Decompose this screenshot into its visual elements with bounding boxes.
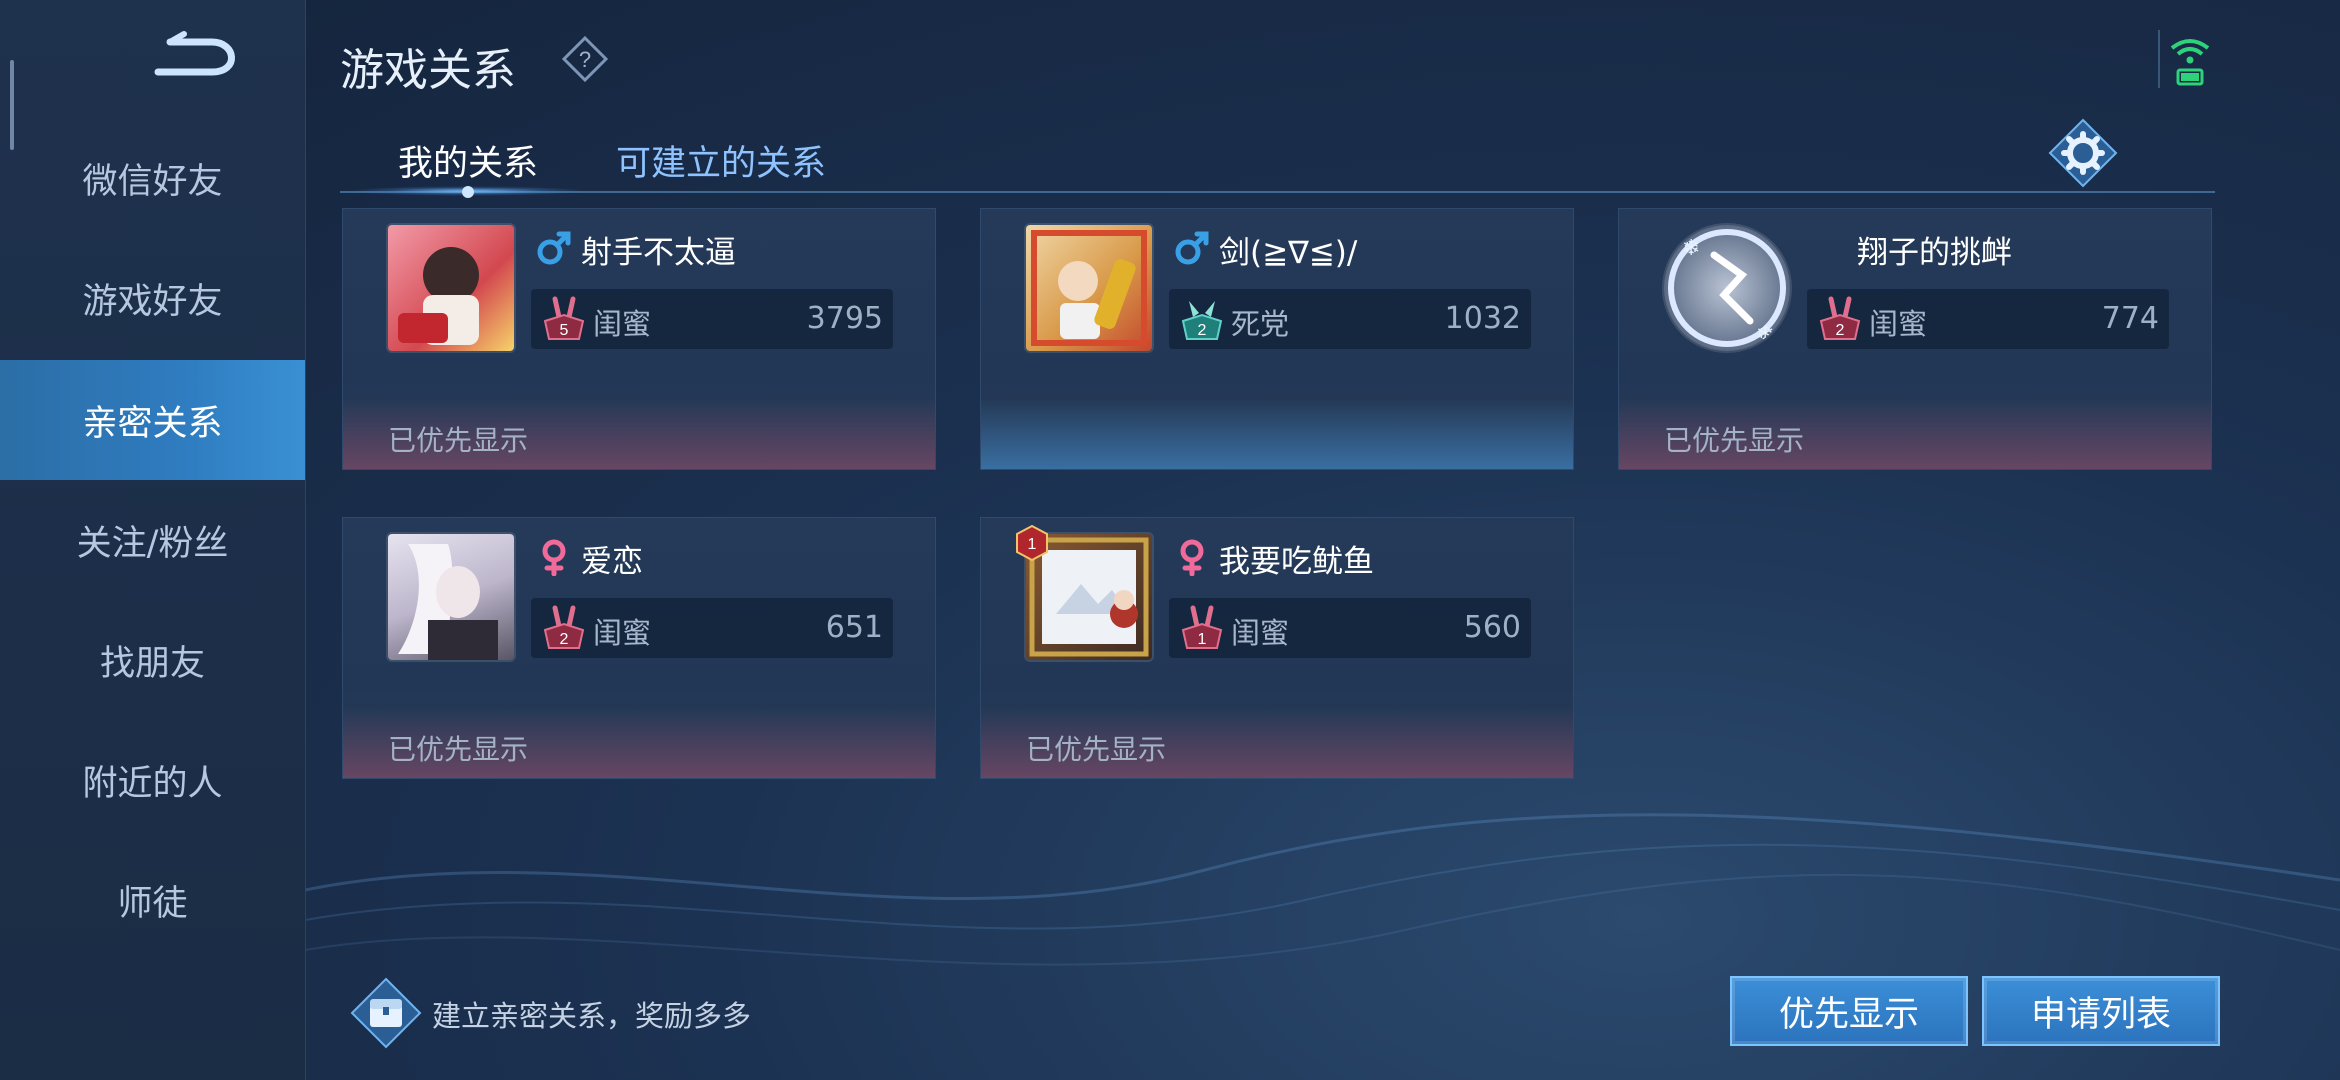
svg-text:?: ?	[579, 47, 591, 72]
avatar-image	[398, 247, 479, 345]
avatar-image: ❄ ❄	[1668, 229, 1786, 347]
relation-type: 闺蜜	[593, 307, 652, 341]
sidebar-item-game-friends[interactable]: 游戏好友	[0, 238, 305, 358]
reward-hint: 建立亲密关系，奖励多多	[432, 999, 752, 1033]
bestie-badge-icon: 1	[1181, 605, 1223, 649]
tab-my-relations[interactable]: 我的关系	[398, 135, 538, 186]
page-title: 游戏关系	[340, 45, 516, 96]
relation-card[interactable]: 剑(≧∇≦)/ 2 死党 1032	[980, 208, 1574, 470]
relation-info: 2 闺蜜 774	[1807, 289, 2169, 349]
relation-type: 死党	[1231, 307, 1290, 341]
relation-card[interactable]: 射手不太逼 5 闺蜜 3795 已优先显示	[342, 208, 936, 470]
relation-info: 5 闺蜜 3795	[531, 289, 893, 349]
priority-display-button[interactable]: 优先显示	[1730, 976, 1968, 1046]
relation-info: 2 死党 1032	[1169, 289, 1531, 349]
avatar-image	[1031, 230, 1147, 346]
intimacy-value: 1032	[1444, 301, 1521, 336]
sidebar-item-label: 附近的人	[82, 763, 223, 804]
relation-info: 2 闺蜜 651	[531, 598, 893, 658]
avatar[interactable]	[388, 225, 514, 351]
sidebar-item-label: 亲密关系	[82, 403, 223, 444]
svg-text:2: 2	[560, 631, 569, 648]
sidebar-item-wechat-friends[interactable]: 微信好友	[0, 118, 305, 238]
intimacy-value: 3795	[806, 301, 883, 336]
sidebar-item-follow-fans[interactable]: 关注/粉丝	[0, 480, 305, 600]
bestie-badge-icon: 5	[543, 296, 585, 340]
priority-status: 已优先显示	[388, 733, 529, 766]
player-name: 射手不太逼	[581, 235, 736, 271]
avatar-image	[398, 544, 498, 660]
female-icon	[1180, 539, 1204, 576]
svg-text:2: 2	[1198, 322, 1207, 339]
gear-icon[interactable]	[2048, 118, 2118, 188]
svg-text:5: 5	[560, 322, 569, 339]
sidebar-item-mentorship[interactable]: 师徒	[0, 840, 305, 960]
rank-badge-icon: 1	[1016, 524, 1048, 562]
tab-available-relations[interactable]: 可建立的关系	[616, 135, 826, 186]
svg-text:❄: ❄	[1682, 236, 1700, 261]
sidebar-item-label: 微信好友	[82, 161, 223, 202]
sidebar-item-find-friends[interactable]: 找朋友	[0, 600, 305, 720]
sidebar-item-label: 游戏好友	[82, 281, 223, 322]
active-tab-dot	[462, 186, 474, 198]
svg-text:1: 1	[1198, 631, 1207, 648]
player-name: 我要吃鱿鱼	[1219, 544, 1374, 580]
reward-chest-icon[interactable]	[350, 977, 422, 1049]
relation-card[interactable]: 1 我要吃鱿鱼 1 闺蜜 560 已优先显示	[980, 517, 1574, 779]
male-icon	[537, 231, 571, 265]
svg-text:❄: ❄	[1756, 322, 1774, 347]
intimacy-value: 560	[1463, 610, 1521, 645]
priority-status: 已优先显示	[388, 424, 529, 457]
priority-status: 已优先显示	[1664, 424, 1805, 457]
intimacy-value: 651	[825, 610, 883, 645]
svg-text:2: 2	[1836, 322, 1845, 339]
relation-type: 闺蜜	[593, 616, 652, 650]
intimacy-value: 774	[2101, 301, 2159, 336]
buddy-badge-icon: 2	[1181, 301, 1223, 340]
request-list-button[interactable]: 申请列表	[1982, 976, 2220, 1046]
sidebar-item-nearby[interactable]: 附近的人	[0, 720, 305, 840]
relation-card[interactable]: ❄ ❄ 翔子的挑衅 2 闺蜜 774 已优先显示	[1618, 208, 2212, 470]
priority-status: 已优先显示	[1026, 733, 1167, 766]
relation-type: 闺蜜	[1231, 616, 1290, 650]
player-name: 爱恋	[581, 544, 643, 580]
relation-info: 1 闺蜜 560	[1169, 598, 1531, 658]
svg-text:1: 1	[1028, 536, 1037, 553]
bestie-badge-icon: 2	[543, 605, 585, 649]
sidebar-item-intimate-relations[interactable]: 亲密关系	[0, 360, 305, 480]
sidebar: 微信好友 游戏好友 亲密关系 关注/粉丝 找朋友 附近的人 师徒	[0, 0, 306, 1080]
player-name: 翔子的挑衅	[1857, 235, 2012, 271]
player-name: 剑(≧∇≦)/	[1219, 235, 1358, 271]
relation-card[interactable]: 爱恋 2 闺蜜 651 已优先显示	[342, 517, 936, 779]
female-icon	[542, 539, 566, 576]
male-icon	[1175, 231, 1209, 265]
sidebar-item-label: 师徒	[117, 883, 188, 924]
help-icon[interactable]: ?	[562, 36, 608, 82]
relation-type: 闺蜜	[1869, 307, 1928, 341]
avatar[interactable]	[1026, 225, 1152, 351]
sidebar-item-label: 关注/粉丝	[76, 523, 229, 564]
tab-underline	[340, 191, 2215, 193]
avatar[interactable]: ❄ ❄	[1664, 225, 1790, 351]
bestie-badge-icon: 2	[1819, 296, 1861, 340]
sidebar-item-label: 找朋友	[99, 643, 205, 684]
wifi-battery-icon	[2170, 39, 2210, 86]
back-arrow-icon[interactable]	[150, 30, 250, 85]
avatar[interactable]	[388, 534, 514, 660]
